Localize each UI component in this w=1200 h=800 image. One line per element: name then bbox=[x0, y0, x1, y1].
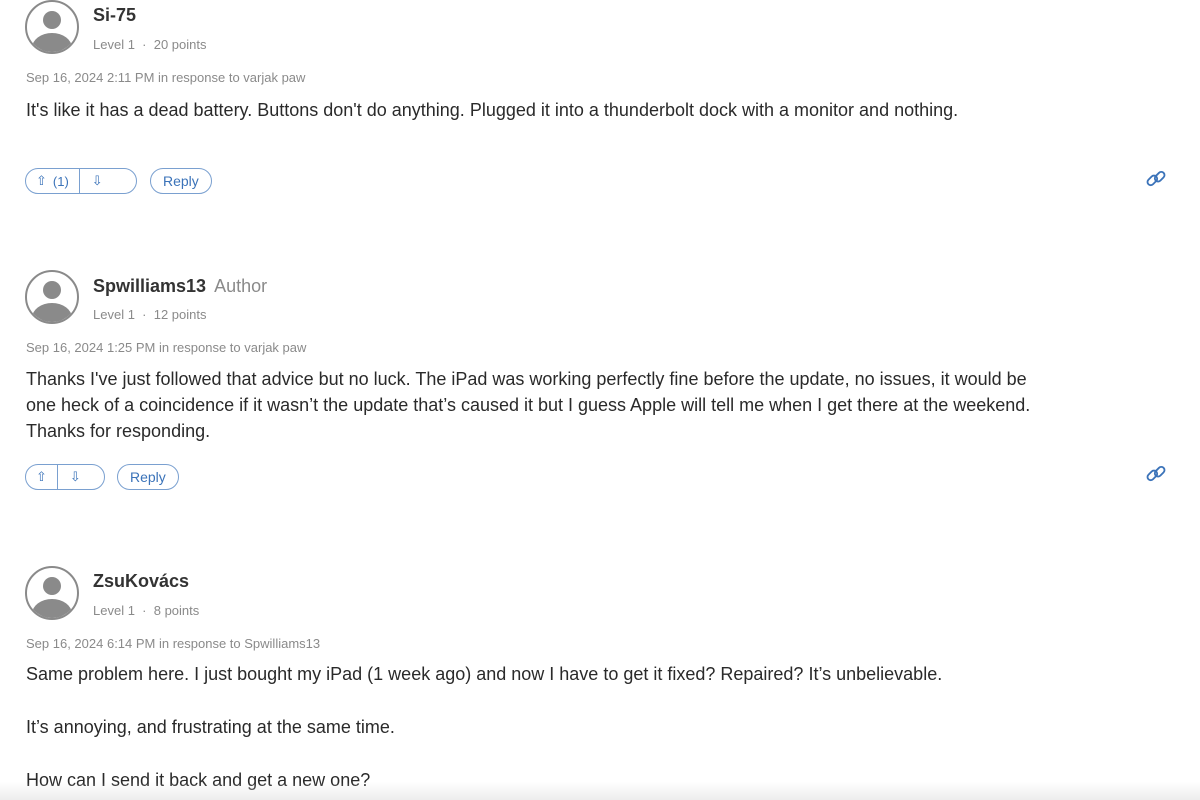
user-avatar-icon[interactable] bbox=[25, 270, 79, 324]
vote-control: ⇧ (1) ⇩ bbox=[25, 168, 137, 194]
author-badge: Author bbox=[214, 276, 268, 296]
user-level: Level 1 · 8 points bbox=[93, 603, 200, 618]
user-avatar-icon[interactable] bbox=[25, 566, 79, 620]
post-date: Sep 16, 2024 2:11 PM in response to varj… bbox=[26, 70, 306, 85]
body-line: one heck of a coincidence if it wasn’t t… bbox=[26, 395, 1031, 415]
arrow-down-icon: ⇩ bbox=[91, 173, 103, 188]
scroll-fade bbox=[0, 782, 1200, 800]
body-line: Thanks for responding. bbox=[26, 421, 211, 441]
reply-button[interactable]: Reply bbox=[150, 168, 212, 194]
downvote-button[interactable]: ⇩ bbox=[80, 169, 115, 193]
user-level: Level 1 · 20 points bbox=[93, 37, 207, 52]
upvote-count: (1) bbox=[52, 173, 69, 189]
reply-button[interactable]: Reply bbox=[117, 464, 179, 490]
arrow-up-icon: ⇧ bbox=[36, 173, 47, 188]
arrow-up-icon: ⇧ bbox=[36, 469, 47, 484]
post-body: It's like it has a dead battery. Buttons… bbox=[26, 100, 959, 120]
arrow-down-icon: ⇩ bbox=[69, 469, 81, 484]
body-line: It’s annoying, and frustrating at the sa… bbox=[26, 717, 395, 737]
link-icon[interactable] bbox=[1145, 463, 1167, 485]
username[interactable]: ZsuKovács bbox=[93, 571, 189, 592]
body-line: Same problem here. I just bought my iPad… bbox=[26, 664, 943, 684]
upvote-button[interactable]: ⇧ bbox=[26, 465, 58, 489]
downvote-button[interactable]: ⇩ bbox=[58, 465, 93, 489]
username-link[interactable]: Spwilliams13 bbox=[93, 276, 206, 296]
post-date: Sep 16, 2024 6:14 PM in response to Spwi… bbox=[26, 636, 321, 651]
username: Spwilliams13 Author bbox=[93, 276, 267, 297]
body-line: Thanks I've just followed that advice bu… bbox=[26, 369, 1027, 389]
link-icon[interactable] bbox=[1145, 168, 1167, 190]
vote-control: ⇧ ⇩ bbox=[25, 464, 105, 490]
username[interactable]: Si-75 bbox=[93, 5, 136, 26]
user-avatar-icon[interactable] bbox=[25, 0, 79, 54]
post-body: Thanks I've just followed that advice bu… bbox=[26, 366, 1176, 444]
post-date: Sep 16, 2024 1:25 PM in response to varj… bbox=[26, 340, 307, 355]
post-body: Same problem here. I just bought my iPad… bbox=[26, 661, 1176, 793]
upvote-button[interactable]: ⇧ (1) bbox=[26, 169, 80, 193]
user-level: Level 1 · 12 points bbox=[93, 307, 207, 322]
